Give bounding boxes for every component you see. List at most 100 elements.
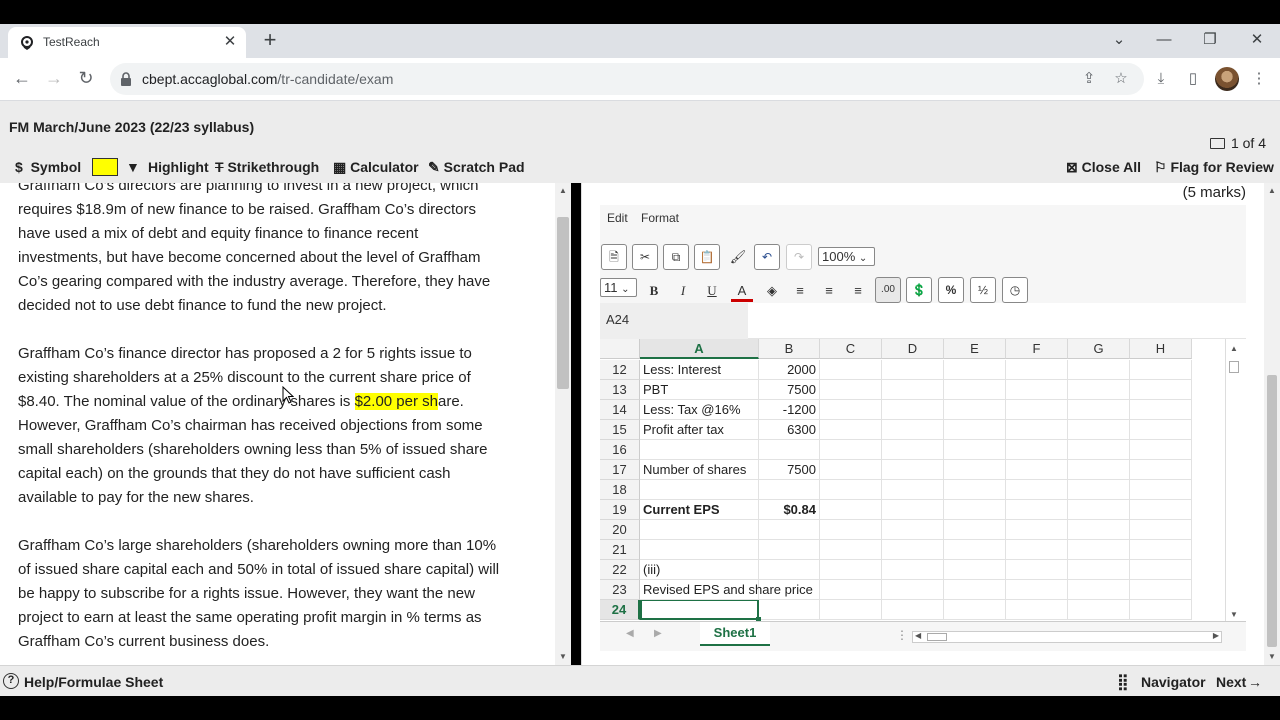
- redo-icon[interactable]: ↷: [786, 244, 812, 270]
- scratch-pad-tool[interactable]: ✎ Scratch Pad: [428, 159, 525, 176]
- cell-f15[interactable]: [1006, 420, 1068, 440]
- cell-b14[interactable]: -1200: [759, 400, 820, 420]
- cell-f16[interactable]: [1006, 440, 1068, 460]
- row-header[interactable]: 19: [600, 500, 640, 520]
- cell-c12[interactable]: [820, 360, 882, 380]
- answer-scroll-thumb[interactable]: [1267, 375, 1277, 647]
- navigator-grid-icon[interactable]: ⣿: [1117, 672, 1129, 692]
- cell-e15[interactable]: [944, 420, 1006, 440]
- cell-d15[interactable]: [882, 420, 944, 440]
- cell-g15[interactable]: [1068, 420, 1130, 440]
- column-header-f[interactable]: F: [1006, 339, 1068, 359]
- cell-b13[interactable]: 7500: [759, 380, 820, 400]
- zoom-select[interactable]: 100% ⌄: [818, 247, 875, 266]
- cell-a21[interactable]: [640, 540, 759, 560]
- formula-bar[interactable]: [748, 303, 1246, 339]
- cell-d24[interactable]: [882, 600, 944, 620]
- menu-edit[interactable]: Edit: [607, 211, 628, 225]
- new-tab-button[interactable]: +: [258, 28, 282, 52]
- cell-a18[interactable]: [640, 480, 759, 500]
- cell-e22[interactable]: [944, 560, 1006, 580]
- cell-d17[interactable]: [882, 460, 944, 480]
- cell-a22[interactable]: (iii): [640, 560, 759, 580]
- column-header-c[interactable]: C: [820, 339, 882, 359]
- cell-f18[interactable]: [1006, 480, 1068, 500]
- scroll-down-icon[interactable]: ▼: [1226, 609, 1242, 621]
- restore-icon[interactable]: ❐: [1198, 28, 1222, 52]
- cell-h13[interactable]: [1130, 380, 1192, 400]
- cell-a20[interactable]: [640, 520, 759, 540]
- cell-e21[interactable]: [944, 540, 1006, 560]
- cell-g21[interactable]: [1068, 540, 1130, 560]
- column-header-d[interactable]: D: [882, 339, 944, 359]
- row-header[interactable]: 16: [600, 440, 640, 460]
- fraction-button[interactable]: ½: [970, 277, 996, 303]
- close-all-button[interactable]: ⊠ Close All: [1066, 159, 1141, 176]
- help-icon[interactable]: ?: [3, 673, 19, 689]
- cell-g14[interactable]: [1068, 400, 1130, 420]
- window-close-icon[interactable]: ✕: [1245, 28, 1269, 52]
- row-header[interactable]: 17: [600, 460, 640, 480]
- flag-for-review-button[interactable]: ⚐ Flag for Review: [1154, 159, 1274, 176]
- row-header[interactable]: 14: [600, 400, 640, 420]
- row-header[interactable]: 13: [600, 380, 640, 400]
- cell-h23[interactable]: [1130, 580, 1192, 600]
- scroll-left-icon[interactable]: ◀: [915, 631, 921, 640]
- cell-g24[interactable]: [1068, 600, 1130, 620]
- scroll-up-icon[interactable]: ▲: [1226, 343, 1242, 355]
- font-color-icon[interactable]: A: [731, 280, 753, 302]
- row-header[interactable]: 18: [600, 480, 640, 500]
- cell-b20[interactable]: [759, 520, 820, 540]
- scroll-up-icon[interactable]: ▲: [555, 185, 571, 197]
- cell-d19[interactable]: [882, 500, 944, 520]
- grid-hscroll-thumb[interactable]: [927, 633, 947, 641]
- next-button[interactable]: Next: [1216, 674, 1246, 690]
- next-arrow-icon[interactable]: →: [1248, 674, 1262, 690]
- cell-f22[interactable]: [1006, 560, 1068, 580]
- browser-tab[interactable]: TestReach ✕: [8, 27, 246, 58]
- copy-icon[interactable]: ⧉: [663, 244, 689, 270]
- minimize-icon[interactable]: —: [1152, 28, 1176, 52]
- passage-scrollbar[interactable]: ▲ ▼: [555, 183, 571, 665]
- cell-e12[interactable]: [944, 360, 1006, 380]
- align-center-icon[interactable]: ≡: [818, 280, 840, 302]
- cell-d22[interactable]: [882, 560, 944, 580]
- cell-h17[interactable]: [1130, 460, 1192, 480]
- cell-a23[interactable]: Revised EPS and share price: [640, 580, 813, 600]
- tab-search-icon[interactable]: ⌄: [1107, 28, 1131, 52]
- cell-d12[interactable]: [882, 360, 944, 380]
- navigator-button[interactable]: Navigator: [1141, 674, 1206, 690]
- cut-icon[interactable]: ✂: [632, 244, 658, 270]
- bold-icon[interactable]: B: [643, 280, 665, 302]
- grid-horizontal-scrollbar[interactable]: ◀ ▶: [912, 631, 1222, 643]
- cell-b18[interactable]: [759, 480, 820, 500]
- cell-g16[interactable]: [1068, 440, 1130, 460]
- percent-button[interactable]: %: [938, 277, 964, 303]
- highlight-tool[interactable]: Highlight: [148, 159, 209, 175]
- cell-a17[interactable]: Number of shares: [640, 460, 759, 480]
- paste-icon[interactable]: 📋: [694, 244, 720, 270]
- column-header-a[interactable]: A: [640, 339, 759, 359]
- column-header-b[interactable]: B: [759, 339, 820, 359]
- cell-g19[interactable]: [1068, 500, 1130, 520]
- name-box[interactable]: A24: [600, 303, 748, 339]
- cell-c20[interactable]: [820, 520, 882, 540]
- cell-a13[interactable]: PBT: [640, 380, 759, 400]
- highlight-dropdown-icon[interactable]: ▼: [126, 159, 140, 175]
- cell-e14[interactable]: [944, 400, 1006, 420]
- scroll-up-icon[interactable]: ▲: [1264, 185, 1280, 197]
- cell-f17[interactable]: [1006, 460, 1068, 480]
- cell-d20[interactable]: [882, 520, 944, 540]
- active-cell-selection[interactable]: [640, 599, 761, 622]
- cell-a15[interactable]: Profit after tax: [640, 420, 759, 440]
- scroll-right-icon[interactable]: ▶: [1213, 631, 1219, 640]
- cell-b24[interactable]: [759, 600, 820, 620]
- cell-h19[interactable]: [1130, 500, 1192, 520]
- cell-c21[interactable]: [820, 540, 882, 560]
- cell-c19[interactable]: [820, 500, 882, 520]
- cell-f12[interactable]: [1006, 360, 1068, 380]
- cell-f23[interactable]: [1006, 580, 1068, 600]
- cell-g18[interactable]: [1068, 480, 1130, 500]
- side-panel-icon[interactable]: ▯: [1184, 70, 1202, 88]
- fill-color-icon[interactable]: ◈: [761, 280, 783, 302]
